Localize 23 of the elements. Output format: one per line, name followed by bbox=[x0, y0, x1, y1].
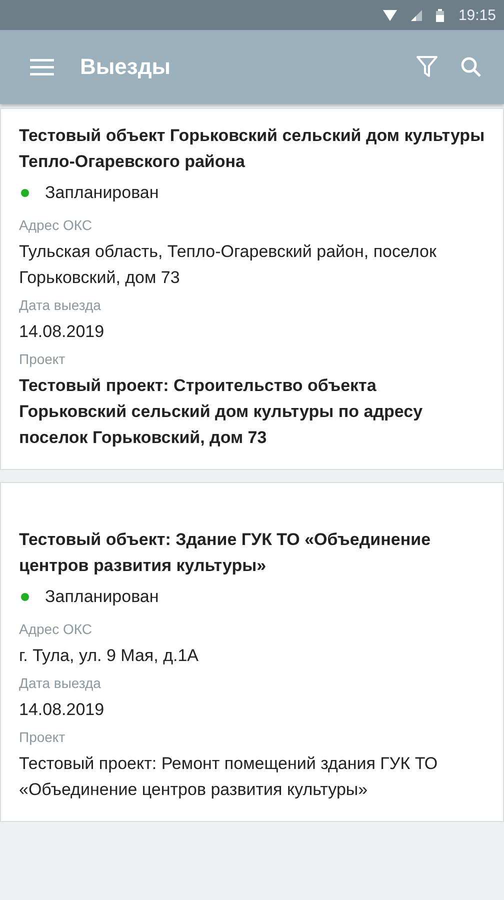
wifi-icon bbox=[383, 10, 398, 20]
field-label: Проект bbox=[19, 351, 66, 367]
battery-icon bbox=[436, 8, 444, 22]
visit-card[interactable] bbox=[0, 108, 504, 470]
field-value: 14.08.2019 bbox=[19, 321, 106, 343]
clock-time: 19:15 bbox=[458, 6, 496, 24]
card-title: Тестовый объект Горьковский сельский дом культуры Тепло-Огаревского района bbox=[19, 125, 485, 173]
field-label: Адрес ОКС bbox=[19, 217, 93, 233]
status-label: Запланирован bbox=[45, 587, 159, 607]
card-title: Тестовый объект: Здание ГУК ТО «Объединение центров развития культуры» bbox=[19, 529, 432, 577]
status-label: Запланирован bbox=[45, 183, 159, 203]
field-value: Тульская область, Тепло-Огаревский район, поселок Горьковский, дом 73 bbox=[19, 241, 438, 289]
field-value: г. Тула, ул. 9 Мая, д.1А bbox=[19, 645, 200, 667]
visit-card[interactable] bbox=[0, 482, 504, 822]
field-value: Тестовый проект: Ремонт помещений здания ГУК ТО «Объединение центров развития культуры» bbox=[19, 753, 439, 801]
field-label: Дата выезда bbox=[19, 675, 102, 691]
field-label: Дата выезда bbox=[19, 297, 102, 313]
field-label: Адрес ОКС bbox=[19, 621, 93, 637]
screen-title: Выезды bbox=[80, 54, 172, 80]
field-value: 14.08.2019 bbox=[19, 699, 106, 721]
field-value: Тестовый проект: Строительство объекта Горьковский сельский дом культуры по адресу поселок Горьковский, дом 73 bbox=[19, 375, 424, 449]
field-label: Проект bbox=[19, 729, 66, 745]
signal-icon bbox=[411, 10, 422, 20]
